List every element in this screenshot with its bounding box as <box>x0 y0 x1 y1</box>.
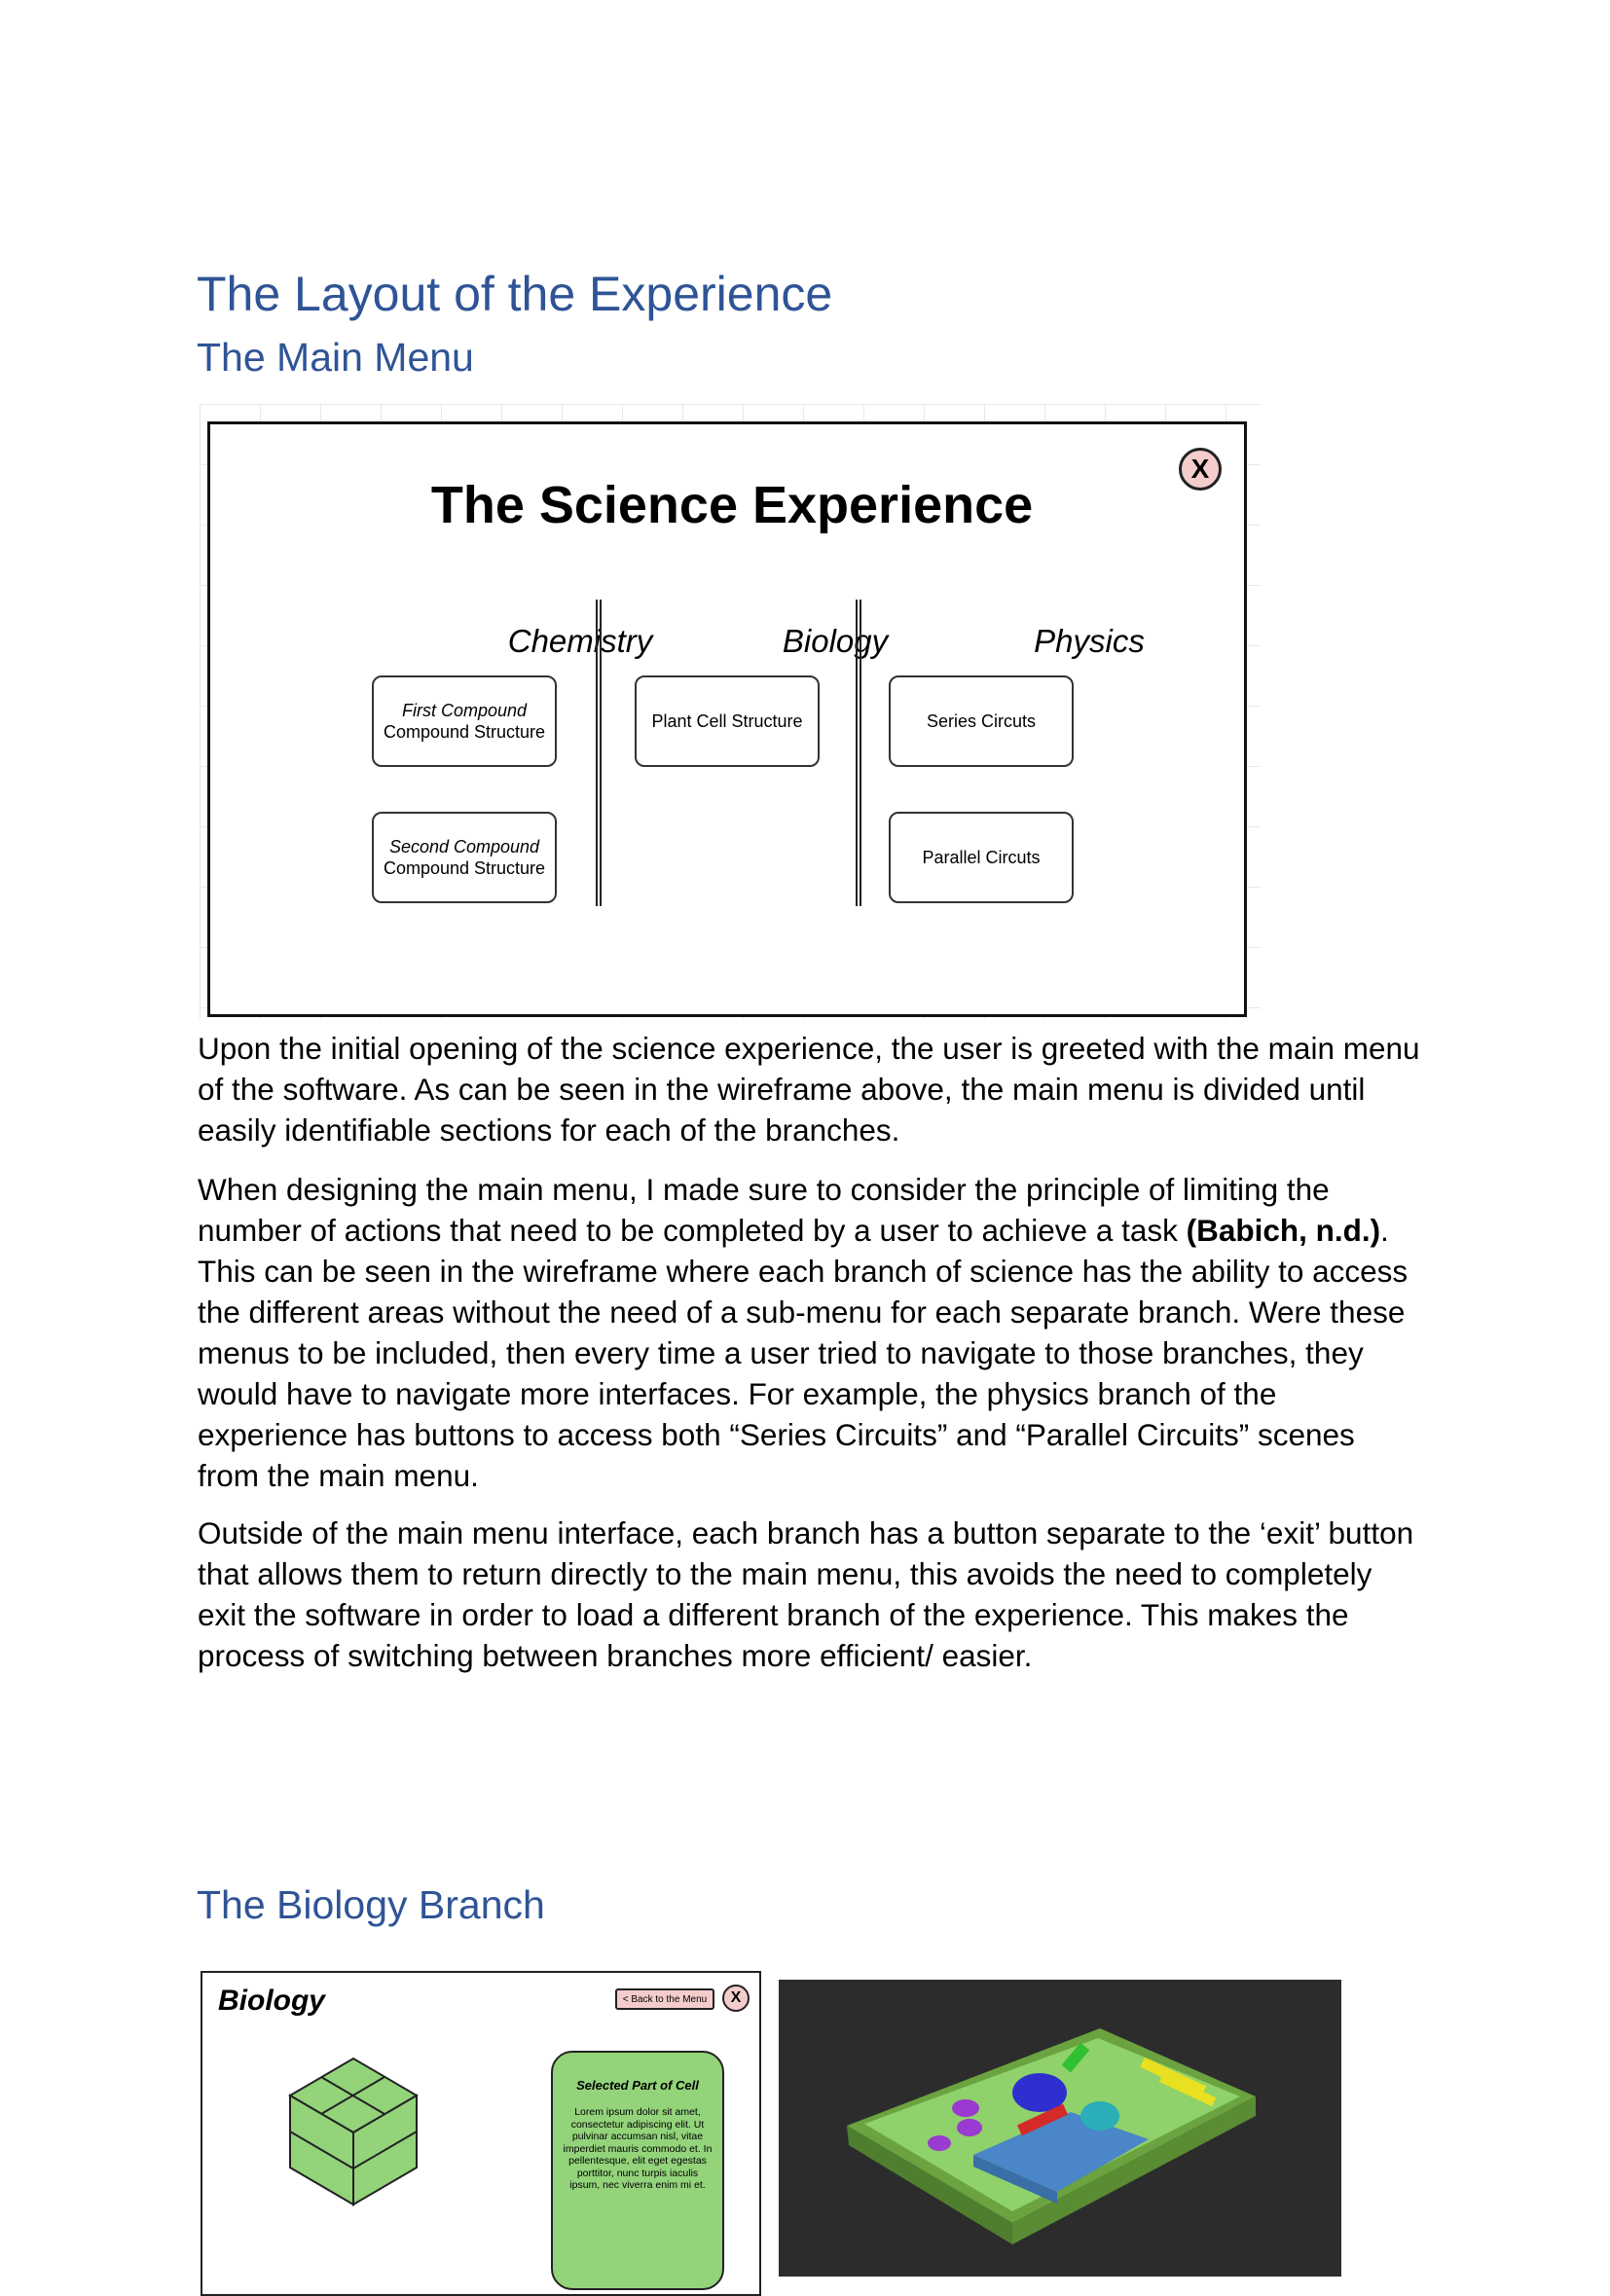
button-label: Compound Structure <box>383 722 546 742</box>
chemistry-heading: Chemistry <box>507 623 653 659</box>
close-button[interactable]: X <box>722 1985 750 2012</box>
back-to-menu-button[interactable]: < Back to the Menu <box>615 1988 714 2010</box>
button-label: Series Circuts <box>926 711 1037 731</box>
physics-heading: Physics <box>1034 623 1145 659</box>
paragraph-design-principle: When designing the main menu, I made sur… <box>198 1169 1424 1496</box>
paragraph-text: When designing the main menu, I made sur… <box>198 1172 1330 1248</box>
panel-body: Lorem ipsum dolor sit amet, consectetur … <box>563 2106 713 2191</box>
button-label: Parallel Circuts <box>922 847 1041 867</box>
button-subtitle: Second Compound <box>388 836 540 856</box>
first-compound-button[interactable]: First Compound Compound Structure <box>372 675 557 767</box>
button-subtitle: First Compound <box>401 700 528 720</box>
button-label: Plant Cell Structure <box>651 711 803 731</box>
citation: (Babich, n.d.) <box>1186 1213 1381 1248</box>
cube-icon <box>288 2057 419 2206</box>
plant-cell-structure-button[interactable]: Plant Cell Structure <box>635 675 820 767</box>
second-compound-button[interactable]: Second Compound Compound Structure <box>372 812 557 903</box>
biology-wireframe: Biology < Back to the Menu X Selected Pa… <box>201 1971 761 2296</box>
main-menu-wireframe: The Science Experience X Chemistry Biolo… <box>207 421 1247 1017</box>
button-label: Compound Structure <box>383 858 546 878</box>
paragraph-text: . This can be seen in the wireframe wher… <box>198 1213 1409 1493</box>
main-menu-heading: The Main Menu <box>197 335 474 380</box>
close-button[interactable]: X <box>1179 448 1222 491</box>
page-heading: The Layout of the Experience <box>197 267 833 321</box>
wireframe-title: The Science Experience <box>430 476 1034 534</box>
column-divider <box>856 600 861 906</box>
paragraph-intro: Upon the initial opening of the science … <box>198 1031 1420 1148</box>
biology-title: Biology <box>218 1985 325 2017</box>
plant-cell-render <box>779 1980 1341 2277</box>
parallel-circuits-button[interactable]: Parallel Circuts <box>889 812 1074 903</box>
plant-cell-model <box>847 2028 1256 2244</box>
column-divider <box>596 600 602 906</box>
panel-title: Selected Part of Cell <box>576 2078 699 2093</box>
series-circuits-button[interactable]: Series Circuts <box>889 675 1074 767</box>
biology-branch-heading: The Biology Branch <box>197 1882 545 1927</box>
paragraph-back-button: Outside of the main menu interface, each… <box>198 1515 1414 1673</box>
biology-heading: Biology <box>782 623 889 659</box>
selected-part-panel: Selected Part of Cell Lorem ipsum dolor … <box>551 2051 724 2290</box>
